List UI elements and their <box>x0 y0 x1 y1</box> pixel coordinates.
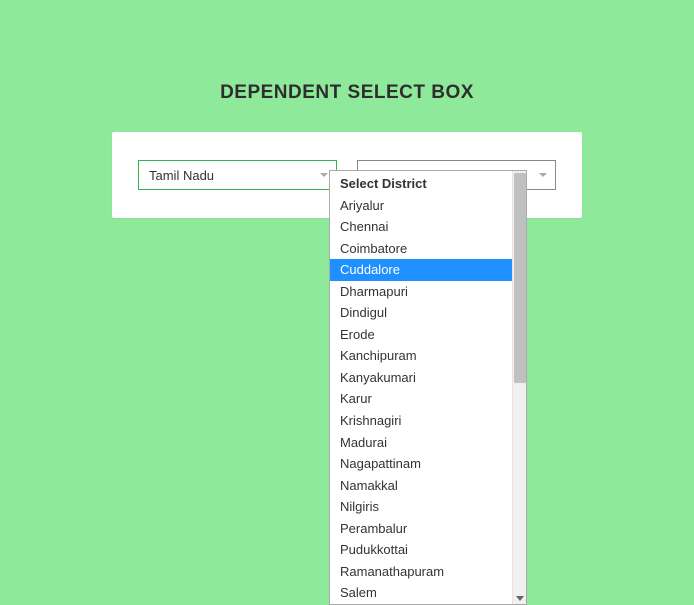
district-option[interactable]: Namakkal <box>330 475 512 497</box>
chevron-down-icon <box>320 173 328 177</box>
district-option[interactable]: Pudukkottai <box>330 539 512 561</box>
scrollbar-thumb[interactable] <box>514 173 526 383</box>
chevron-down-icon <box>539 173 547 177</box>
district-option[interactable]: Select District <box>330 173 512 195</box>
district-option[interactable]: Nilgiris <box>330 496 512 518</box>
district-option[interactable]: Chennai <box>330 216 512 238</box>
district-option[interactable]: Nagapattinam <box>330 453 512 475</box>
district-option[interactable]: Ramanathapuram <box>330 561 512 583</box>
district-option[interactable]: Erode <box>330 324 512 346</box>
district-option[interactable]: Dindigul <box>330 302 512 324</box>
district-option[interactable]: Perambalur <box>330 518 512 540</box>
district-option[interactable]: Ariyalur <box>330 195 512 217</box>
district-option[interactable]: Cuddalore <box>330 259 512 281</box>
state-select[interactable]: Tamil Nadu <box>138 160 337 190</box>
district-option[interactable]: Kanchipuram <box>330 345 512 367</box>
chevron-down-icon[interactable] <box>516 596 524 601</box>
page-title: DEPENDENT SELECT BOX <box>0 82 694 104</box>
district-option-list: Select DistrictAriyalurChennaiCoimbatore… <box>330 171 512 604</box>
state-select-value: Tamil Nadu <box>149 168 214 183</box>
district-option[interactable]: Karur <box>330 388 512 410</box>
district-option[interactable]: Kanyakumari <box>330 367 512 389</box>
district-option[interactable]: Madurai <box>330 432 512 454</box>
district-option[interactable]: Salem <box>330 582 512 604</box>
district-option[interactable]: Coimbatore <box>330 238 512 260</box>
dropdown-scrollbar[interactable] <box>512 171 526 604</box>
district-dropdown: Select DistrictAriyalurChennaiCoimbatore… <box>329 170 527 605</box>
district-option[interactable]: Krishnagiri <box>330 410 512 432</box>
district-option[interactable]: Dharmapuri <box>330 281 512 303</box>
